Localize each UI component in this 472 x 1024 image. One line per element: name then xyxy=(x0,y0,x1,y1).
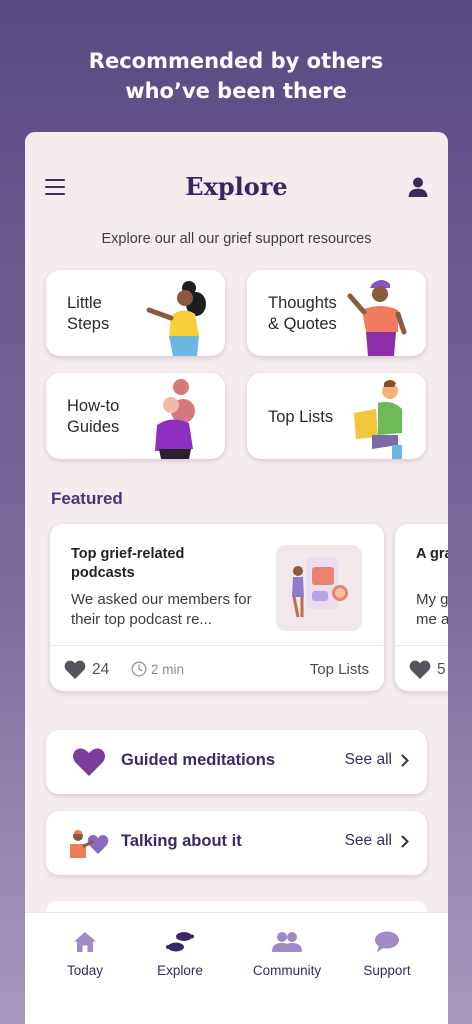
person-with-heart-icon xyxy=(70,830,109,858)
page-title: Explore xyxy=(185,172,288,201)
heart-icon xyxy=(64,660,86,679)
card-description: My g me a xyxy=(416,591,448,628)
see-all-button[interactable]: See all xyxy=(345,751,409,769)
headline-line-1: Recommended by others xyxy=(88,49,384,73)
chat-bubble-icon xyxy=(375,931,399,952)
tab-support[interactable]: Support xyxy=(342,931,432,978)
section-guided-meditations[interactable]: Guided meditations See all xyxy=(46,730,427,794)
card-title: A gra xyxy=(416,546,448,562)
person-reading-illustration xyxy=(354,380,402,459)
tab-explore[interactable]: Explore xyxy=(135,931,225,978)
page-subtitle: Explore our all our grief support resour… xyxy=(101,231,372,247)
person-waving-illustration xyxy=(146,281,206,356)
tile-how-to-guides[interactable]: How-to Guides xyxy=(46,373,225,459)
like-button[interactable]: 5 xyxy=(409,658,446,682)
featured-card[interactable]: Top grief-related podcasts We asked our … xyxy=(50,524,384,691)
chevron-right-icon xyxy=(401,835,409,847)
card-divider xyxy=(50,645,384,646)
top-bar: Explore xyxy=(25,172,448,202)
section-label: Guided meditations xyxy=(121,751,276,769)
app-screen: Explore Explore our all our grief suppor… xyxy=(25,132,448,1024)
section-talking-about-it[interactable]: Talking about it See all xyxy=(46,811,427,875)
tab-label: Community xyxy=(252,963,322,978)
headline-line-2: who’ve been there xyxy=(125,79,347,103)
tile-thoughts-quotes[interactable]: Thoughts & Quotes xyxy=(247,270,426,356)
tab-label: Support xyxy=(363,963,411,978)
people-icon xyxy=(272,932,302,952)
bottom-tab-bar: Today Explore Community Support xyxy=(25,912,448,1024)
podcast-illustration xyxy=(276,545,362,631)
like-count: 24 xyxy=(92,661,110,678)
card-divider xyxy=(395,645,448,646)
featured-heading: Featured xyxy=(51,489,123,508)
section-label: Talking about it xyxy=(121,832,242,850)
home-icon xyxy=(74,932,96,952)
person-hugging-illustration xyxy=(155,379,195,459)
clock-icon xyxy=(131,661,147,677)
person-speaking-illustration xyxy=(347,280,407,356)
see-all-button[interactable]: See all xyxy=(345,832,409,850)
tile-little-steps[interactable]: Little Steps xyxy=(46,270,225,356)
marketing-headline: Recommended by others who’ve been there xyxy=(0,46,472,106)
heart-icon xyxy=(409,660,431,679)
like-count: 5 xyxy=(437,661,446,678)
read-time-label: 2 min xyxy=(151,661,185,677)
tab-label: Explore xyxy=(157,963,203,978)
read-time: 2 min xyxy=(131,661,184,677)
card-category-tag[interactable]: Top Lists xyxy=(310,661,369,678)
tile-top-lists[interactable]: Top Lists xyxy=(247,373,426,459)
card-description: We asked our members for their top podca… xyxy=(71,591,252,628)
featured-card-partial[interactable]: A gra My g me a 5 xyxy=(395,524,448,691)
profile-icon[interactable] xyxy=(408,176,428,198)
heart-icon xyxy=(73,748,105,776)
tab-community[interactable]: Community xyxy=(242,931,332,978)
see-all-label: See all xyxy=(344,832,392,849)
tab-label: Today xyxy=(66,963,104,978)
tab-today[interactable]: Today xyxy=(40,931,130,978)
footsteps-icon xyxy=(166,932,194,952)
chevron-right-icon xyxy=(401,754,409,766)
see-all-label: See all xyxy=(344,751,392,768)
card-title: Top grief-related podcasts xyxy=(71,546,185,581)
like-button[interactable]: 24 xyxy=(64,658,109,682)
